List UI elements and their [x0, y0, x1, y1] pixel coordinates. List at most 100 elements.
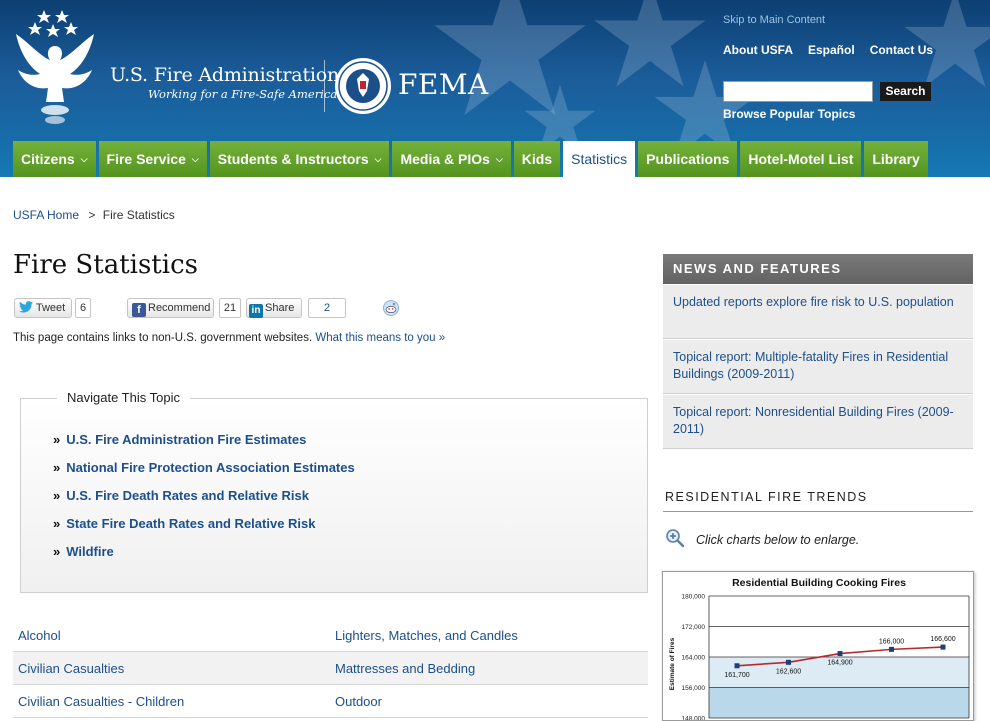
tab-students-instructors[interactable]: Students & Instructors ⌵	[209, 141, 390, 177]
chart-data-label: 166,600	[930, 636, 955, 643]
tab-label: Media & PIOs	[400, 151, 490, 167]
fema-wordmark[interactable]: FEMA	[398, 68, 489, 101]
breadcrumb-current: Fire Statistics	[102, 208, 175, 222]
tweet-label: Tweet	[35, 302, 66, 314]
chart-data-point	[889, 646, 894, 652]
topic-link[interactable]: Alcohol	[13, 628, 330, 643]
topic-link[interactable]: Civilian Casualties - Children	[13, 694, 330, 709]
site-header: U.S. Fire Administration Working for a F…	[0, 0, 990, 177]
usfa-title[interactable]: U.S. Fire Administration	[110, 64, 339, 86]
chevron-down-icon: ⌵	[80, 154, 88, 164]
list-item[interactable]: » U.S. Fire Administration Fire Estimates	[53, 432, 355, 460]
share-label: Share	[265, 302, 295, 314]
chart-plot-area: 180,000 172,000 164,000 156,000 148,000 161,7…	[682, 594, 970, 721]
news-heading: NEWS AND FEATURES	[663, 254, 973, 284]
topic-link[interactable]: Outdoor	[330, 694, 382, 709]
topic-link[interactable]: U.S. Fire Death Rates and Relative Risk	[66, 488, 309, 503]
tab-media-pios[interactable]: Media & PIOs ⌵	[392, 141, 511, 177]
tab-label: Students & Instructors	[217, 151, 369, 167]
disclaimer-text: This page contains links to non-U.S. gov…	[13, 332, 313, 344]
topic-link[interactable]: Lighters, Matches, and Candles	[330, 628, 518, 643]
list-item[interactable]: » National Fire Protection Association Es…	[53, 460, 355, 488]
chart-svg: Residential Building Cooking Fires Estim…	[669, 577, 970, 721]
browse-popular-topics-link[interactable]: Browse Popular Topics	[723, 107, 855, 121]
tab-label: Fire Service	[106, 151, 186, 167]
tweet-count: 6	[75, 298, 91, 318]
topic-link[interactable]: Civilian Casualties	[13, 661, 330, 676]
chart-y-tick-label: 156,000	[682, 685, 706, 692]
click-charts-note: Click charts below to enlarge.	[696, 533, 860, 547]
recommend-label: Recommend	[148, 302, 211, 314]
breadcrumb: USFA Home > Fire Statistics	[13, 208, 175, 222]
divider	[663, 511, 973, 512]
facebook-recommend-button[interactable]: f Recommend	[127, 298, 214, 318]
main-nav: Citizens ⌵ Fire Service ⌵ Students & Instr…	[13, 141, 928, 177]
chart-data-point	[940, 644, 946, 650]
tab-citizens[interactable]: Citizens ⌵	[13, 141, 96, 177]
tweet-button[interactable]: Tweet	[14, 298, 72, 318]
chart-data-label: 162,600	[776, 668, 801, 675]
breadcrumb-home-link[interactable]: USFA Home	[13, 208, 79, 222]
tab-label: Statistics	[571, 151, 628, 167]
tab-label: Publications	[646, 151, 730, 167]
chart-y-tick-label: 180,000	[682, 594, 706, 601]
news-and-features-panel: NEWS AND FEATURES Updated reports explor…	[663, 254, 973, 449]
chevron-down-icon: ⌵	[495, 154, 503, 164]
usfa-tagline: Working for a Fire-Safe America	[148, 87, 338, 101]
bullet-icon: »	[53, 488, 61, 503]
contact-us-link[interactable]: Contact Us	[870, 43, 933, 57]
chevron-down-icon: ⌵	[374, 154, 382, 164]
news-item-link[interactable]: Topical report: Nonresidential Building …	[663, 394, 973, 449]
header-divider	[324, 60, 325, 112]
news-item-link[interactable]: Topical report: Multiple-fatality Fires …	[663, 339, 973, 394]
list-item[interactable]: » U.S. Fire Death Rates and Relative Risk	[53, 488, 355, 516]
table-row: Alcohol Lighters, Matches, and Candles	[13, 619, 648, 652]
breadcrumb-separator: >	[88, 208, 96, 222]
chart-lower-band	[709, 687, 969, 718]
chart-title: Residential Building Cooking Fires	[732, 577, 906, 589]
tab-label: Kids	[521, 151, 553, 167]
list-item[interactable]: » State Fire Death Rates and Relative Ris…	[53, 516, 355, 544]
magnifier-zoom-icon	[666, 529, 685, 548]
tab-label: Citizens	[21, 151, 75, 167]
page-title: Fire Statistics	[13, 250, 198, 280]
linkedin-share-button[interactable]: in Share	[246, 298, 302, 318]
tab-publications[interactable]: Publications	[638, 141, 738, 177]
tab-library[interactable]: Library	[864, 141, 928, 177]
topic-link[interactable]: U.S. Fire Administration Fire Estimates	[66, 432, 306, 447]
chart-data-label: 161,700	[724, 672, 749, 679]
chart-y-tick-label: 172,000	[682, 624, 706, 631]
tab-fire-service[interactable]: Fire Service ⌵	[98, 141, 207, 177]
chart-y-tick-label: 148,000	[682, 716, 706, 721]
navigate-topic-list: » U.S. Fire Administration Fire Estimates…	[53, 432, 355, 572]
dhs-seal-icon[interactable]	[334, 57, 392, 115]
search-input[interactable]	[723, 81, 873, 102]
cooking-fires-chart[interactable]: Residential Building Cooking Fires Estim…	[662, 571, 974, 721]
linkedin-icon: in	[249, 304, 263, 318]
what-this-means-link[interactable]: What this means to you »	[315, 332, 445, 344]
list-item[interactable]: » Wildfire	[53, 544, 355, 572]
tab-hotel-motel-list[interactable]: Hotel-Motel List	[740, 141, 862, 177]
chart-data-point	[837, 651, 843, 657]
about-usfa-link[interactable]: About USFA	[723, 43, 793, 57]
topic-link[interactable]: State Fire Death Rates and Relative Risk	[66, 516, 315, 531]
tab-label: Library	[872, 151, 920, 167]
chart-data-label: 166,000	[879, 638, 904, 645]
navigate-topic-box: Navigate This Topic » U.S. Fire Administr…	[20, 390, 648, 593]
topic-link[interactable]: Mattresses and Bedding	[330, 661, 475, 676]
facebook-icon: f	[132, 303, 146, 317]
chart-y-axis-label: Estimate of Fires	[669, 637, 676, 690]
tab-kids[interactable]: Kids	[513, 141, 561, 177]
reddit-icon[interactable]	[383, 300, 399, 316]
topic-link[interactable]: Wildfire	[66, 544, 114, 559]
skip-to-main-link[interactable]: Skip to Main Content	[723, 14, 825, 26]
search-button[interactable]: Search	[880, 82, 931, 101]
usfa-eagle-logo-icon[interactable]	[10, 6, 100, 130]
twitter-bird-icon	[19, 301, 33, 313]
residential-fire-trends-heading: RESIDENTIAL FIRE TRENDS	[665, 490, 868, 504]
news-item-link[interactable]: Updated reports explore fire risk to U.S…	[663, 284, 973, 339]
tab-statistics[interactable]: Statistics	[563, 141, 636, 177]
bullet-icon: »	[53, 516, 61, 531]
espanol-link[interactable]: Español	[808, 43, 855, 57]
topic-link[interactable]: National Fire Protection Association Est…	[66, 460, 354, 475]
